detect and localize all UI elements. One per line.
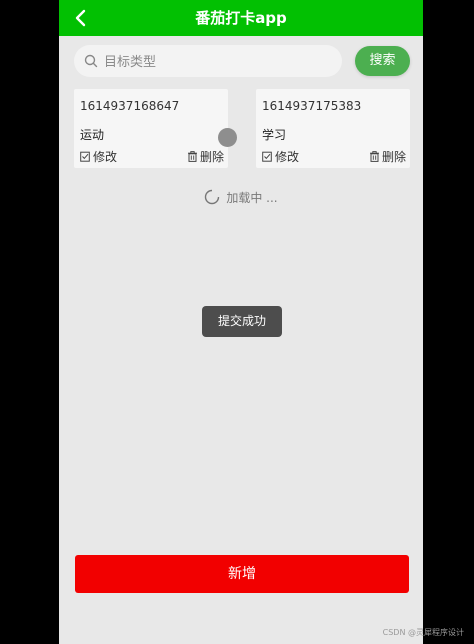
record-type: 运动 bbox=[80, 128, 105, 142]
edit-label: 修改 bbox=[93, 150, 118, 164]
loading-indicator: 加载中 ... bbox=[59, 188, 423, 206]
search-button[interactable]: 搜索 bbox=[355, 46, 410, 76]
touch-indicator bbox=[218, 128, 237, 147]
loading-text: 加载中 ... bbox=[226, 190, 278, 205]
add-button[interactable]: 新增 bbox=[75, 555, 409, 593]
search-icon bbox=[84, 54, 98, 68]
record-type: 学习 bbox=[262, 128, 287, 142]
spinner-icon bbox=[205, 189, 220, 205]
edit-label: 修改 bbox=[275, 150, 300, 164]
record-id: 1614937168647 bbox=[80, 99, 180, 113]
search-box bbox=[74, 45, 342, 79]
toast-message: 提交成功 bbox=[202, 306, 282, 337]
search-input[interactable] bbox=[102, 45, 342, 79]
record-id: 1614937175383 bbox=[262, 99, 362, 113]
page-title: 番茄打卡app bbox=[195, 9, 287, 27]
edit-button[interactable]: 修改 bbox=[80, 148, 117, 165]
record-card: 1614937168647 运动 修改 删除 bbox=[74, 89, 228, 168]
record-card: 1614937175383 学习 修改 删除 bbox=[256, 89, 410, 168]
phone-screen: 番茄打卡app 搜索 1614937168647 运动 修改 bbox=[59, 0, 423, 644]
edit-icon bbox=[80, 151, 90, 162]
edit-icon bbox=[262, 151, 272, 162]
delete-label: 删除 bbox=[381, 150, 406, 164]
watermark-text: CSDN @灵犀程序设计 bbox=[382, 628, 464, 637]
delete-button[interactable]: 删除 bbox=[187, 148, 224, 165]
edit-button[interactable]: 修改 bbox=[262, 148, 299, 165]
trash-icon bbox=[369, 151, 379, 162]
delete-button[interactable]: 删除 bbox=[369, 148, 406, 165]
delete-label: 删除 bbox=[199, 150, 224, 164]
app-header: 番茄打卡app bbox=[59, 0, 423, 36]
trash-icon bbox=[187, 151, 197, 162]
